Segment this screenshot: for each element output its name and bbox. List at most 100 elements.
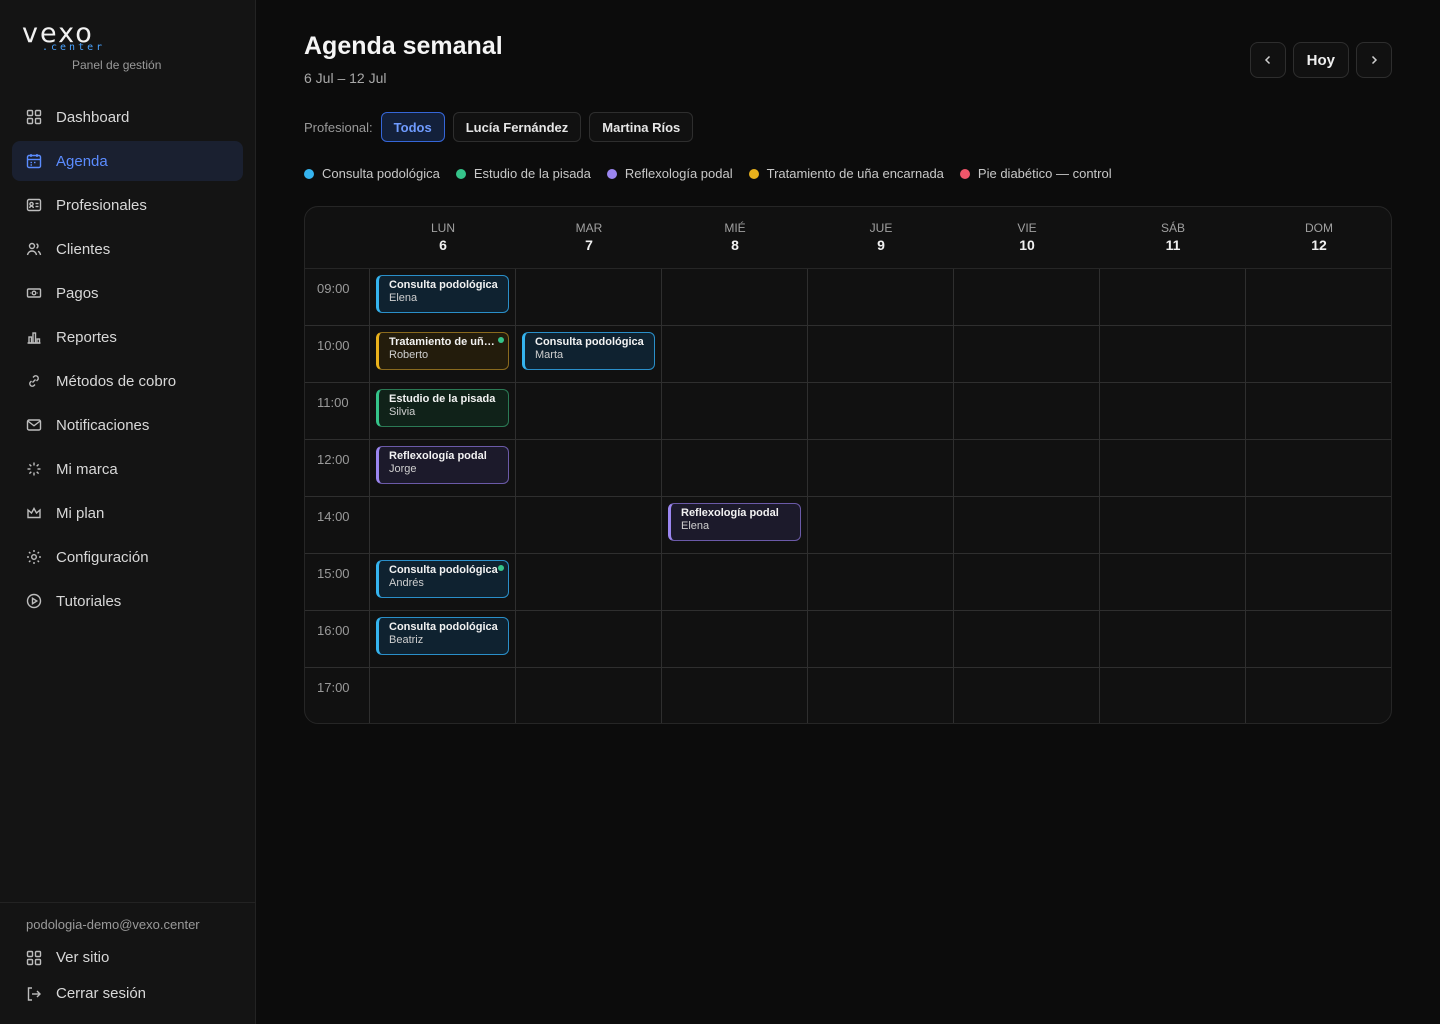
time-slot[interactable] [1246, 554, 1391, 610]
time-slot[interactable] [808, 497, 953, 553]
previous-week-button[interactable] [1249, 42, 1286, 78]
filter-chip-todos[interactable]: Todos [380, 112, 445, 142]
appointment-card[interactable]: Reflexología podal Jorge [376, 446, 509, 484]
time-slot[interactable] [808, 269, 953, 325]
time-slot[interactable] [662, 383, 807, 439]
calendar-icon [26, 154, 42, 169]
sidebar-item-reportes[interactable]: Reportes [12, 317, 243, 357]
time-slot[interactable] [808, 611, 953, 667]
time-slot[interactable] [662, 326, 807, 382]
sidebar-item-notificaciones[interactable]: Notificaciones [12, 405, 243, 445]
chevron-left-icon [1264, 55, 1270, 65]
time-slot[interactable] [954, 383, 1099, 439]
sidebar-footer: podologia-demo@vexo.center Ver sitio Cer… [0, 902, 255, 1002]
sidebar-item-pagos[interactable]: Pagos [12, 273, 243, 313]
time-slot[interactable] [1246, 440, 1391, 496]
time-slot[interactable] [1246, 497, 1391, 553]
time-slot[interactable] [516, 668, 661, 723]
time-slot[interactable] [516, 611, 661, 667]
time-slot[interactable] [662, 440, 807, 496]
time-slot[interactable] [954, 269, 1099, 325]
sidebar-item-mi-plan[interactable]: Mi plan [12, 493, 243, 533]
legend-item: Tratamiento de uña encarnada [748, 166, 944, 181]
banknote-icon [26, 288, 42, 298]
time-slot[interactable] [1246, 611, 1391, 667]
time-slot[interactable] [954, 611, 1099, 667]
sidebar-item-label: Configuración [56, 548, 149, 566]
day-header: MIÉ 8 [662, 207, 808, 269]
day-number: 7 [585, 237, 593, 253]
time-slot[interactable] [662, 554, 807, 610]
appointment-card[interactable]: Consulta podológica Beatriz [376, 617, 509, 655]
time-slot[interactable] [370, 668, 515, 723]
next-week-button[interactable] [1356, 42, 1392, 78]
time-slot[interactable] [808, 440, 953, 496]
time-slot[interactable] [516, 440, 661, 496]
sidebar-item-agenda[interactable]: Agenda [12, 141, 243, 181]
time-slot[interactable] [954, 554, 1099, 610]
appointment-card[interactable]: Reflexología podal Elena [668, 503, 801, 541]
time-slot[interactable] [1246, 668, 1391, 723]
brand-logo[interactable]: vexo .center Panel de gestión [22, 18, 172, 72]
time-slot[interactable] [954, 440, 1099, 496]
day-number: 8 [731, 237, 739, 253]
time-slot[interactable] [954, 326, 1099, 382]
time-slot[interactable] [516, 497, 661, 553]
filter-chip-martina-rios[interactable]: Martina Ríos [589, 112, 694, 142]
time-slot[interactable] [1100, 668, 1245, 723]
sidebar-item-configuracion[interactable]: Configuración [12, 537, 243, 577]
logo-subtext: .center [42, 42, 106, 53]
time-slot[interactable] [1100, 269, 1245, 325]
time-slot[interactable] [954, 497, 1099, 553]
time-slot[interactable] [662, 611, 807, 667]
time-slot[interactable] [808, 554, 953, 610]
time-slot[interactable] [1100, 497, 1245, 553]
appointment-card[interactable]: Consulta podológica Elena [376, 275, 509, 313]
legend-label: Pie diabético — control [977, 166, 1112, 181]
sidebar-item-profesionales[interactable]: Profesionales [12, 185, 243, 225]
time-slot[interactable] [1246, 326, 1391, 382]
sidebar-nav: Dashboard Agenda Profesionales Clientes … [12, 97, 243, 625]
time-slot[interactable] [1100, 611, 1245, 667]
time-label: 11:00 [317, 395, 349, 410]
appointment-card[interactable]: Consulta podológica Marta [522, 332, 655, 370]
time-slot[interactable] [954, 668, 1099, 723]
time-slot[interactable] [1100, 440, 1245, 496]
time-slot[interactable] [516, 554, 661, 610]
day-name: DOM [1305, 221, 1333, 235]
appointment-client: Marta [535, 349, 564, 361]
appointment-card[interactable]: Consulta podológica Andrés [376, 560, 509, 598]
appointment-client: Jorge [389, 463, 417, 475]
view-site-link[interactable]: Ver sitio [26, 949, 109, 966]
time-slot[interactable] [516, 269, 661, 325]
appointment-card[interactable]: Tratamiento de uña... Roberto [376, 332, 509, 370]
legend-color-dot [606, 168, 617, 179]
sidebar-item-mi-marca[interactable]: Mi marca [12, 449, 243, 489]
legend-item: Estudio de la pisada [455, 166, 591, 181]
legend-color-dot [455, 168, 466, 179]
today-button[interactable]: Hoy [1292, 42, 1349, 78]
time-slot[interactable] [1100, 326, 1245, 382]
appointment-card[interactable]: Estudio de la pisada Silvia [376, 389, 509, 427]
grid-icon [26, 109, 42, 125]
sidebar-item-clientes[interactable]: Clientes [12, 229, 243, 269]
time-slot[interactable] [370, 497, 515, 553]
time-slot[interactable] [1100, 383, 1245, 439]
time-slot[interactable] [662, 269, 807, 325]
time-slot[interactable] [808, 326, 953, 382]
time-slot[interactable] [516, 383, 661, 439]
logout-link[interactable]: Cerrar sesión [26, 985, 146, 1002]
legend-color-dot [959, 168, 970, 179]
time-slot[interactable] [662, 668, 807, 723]
time-slot[interactable] [1246, 269, 1391, 325]
sidebar-item-dashboard[interactable]: Dashboard [12, 97, 243, 137]
time-slot[interactable] [1246, 383, 1391, 439]
filter-chip-lucia-fernandez[interactable]: Lucía Fernández [452, 112, 582, 142]
time-slot[interactable] [1100, 554, 1245, 610]
time-label: 10:00 [317, 338, 350, 353]
sidebar-item-tutoriales[interactable]: Tutoriales [12, 581, 243, 621]
time-slot[interactable] [808, 668, 953, 723]
sidebar-item-metodos-de-cobro[interactable]: Métodos de cobro [12, 361, 243, 401]
sidebar-item-label: Tutoriales [56, 592, 122, 610]
time-slot[interactable] [808, 383, 953, 439]
